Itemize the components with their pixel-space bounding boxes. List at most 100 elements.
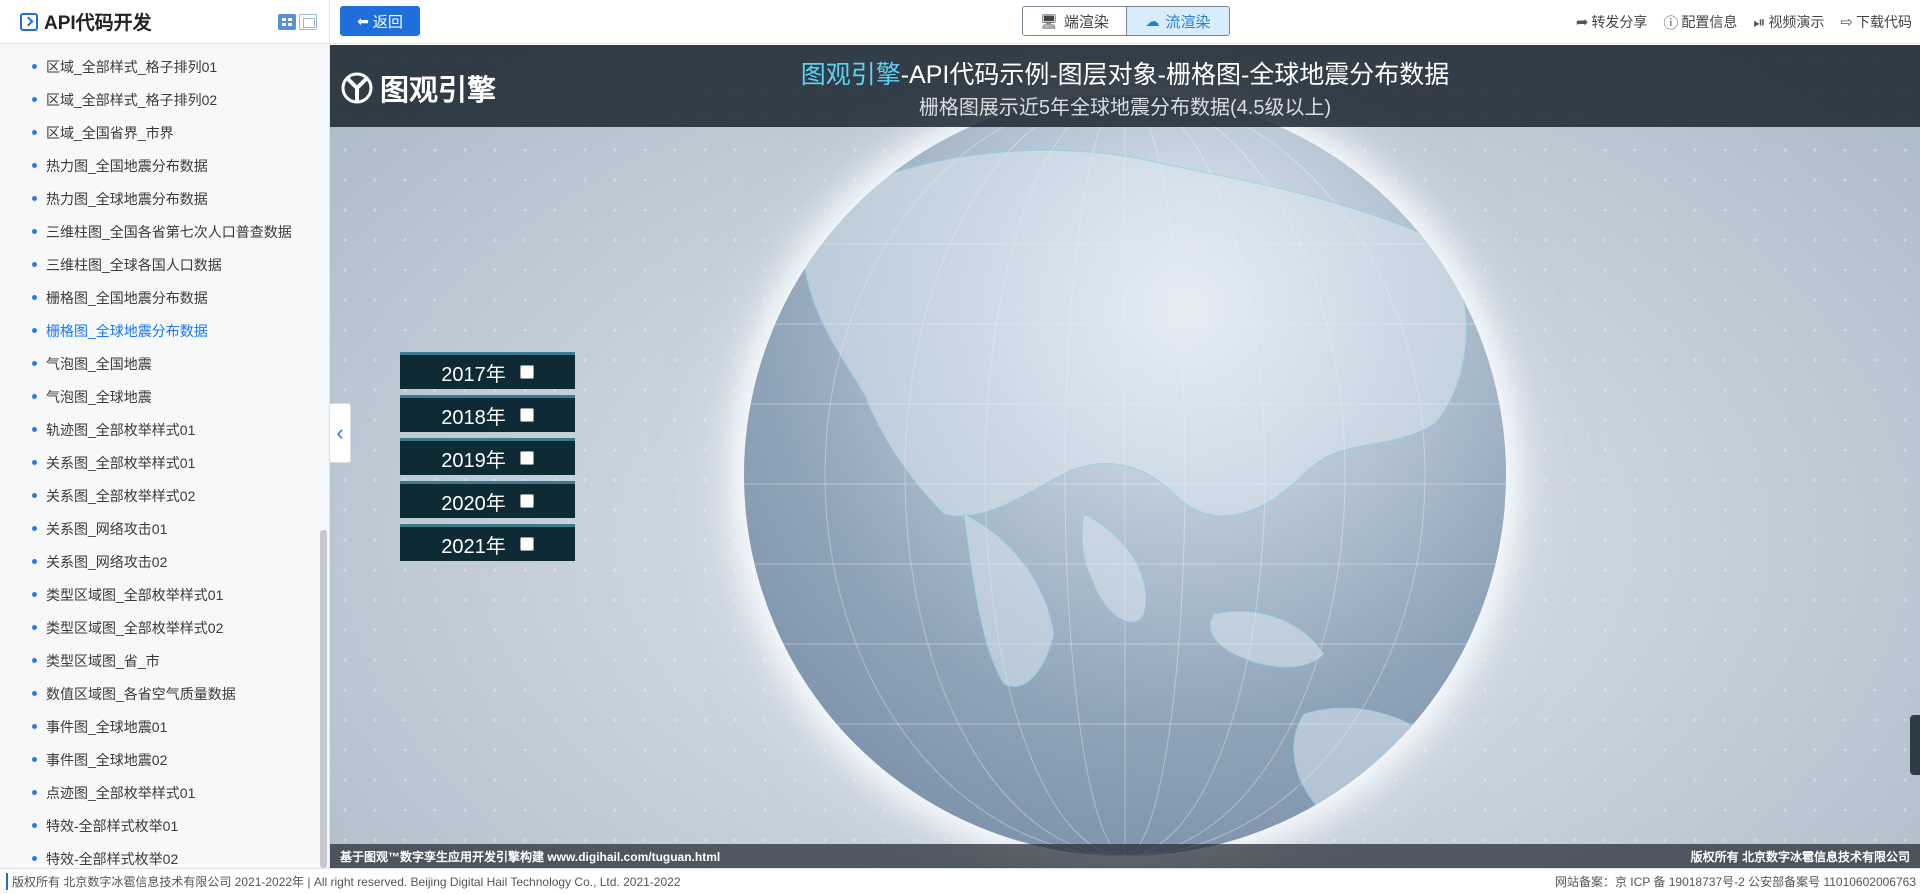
bullet-icon — [32, 460, 37, 465]
sidebar-title: API代码开发 — [44, 13, 152, 34]
menu-item-label: 气泡图_全国地震 — [46, 355, 152, 372]
share-label: 转发分享 — [1591, 14, 1648, 30]
sidebar-menu-item[interactable]: 数值区域图_各省空气质量数据 — [0, 677, 329, 710]
page-title: 图观引擎-API代码示例-图层对象-栅格图-全球地震分布数据 — [330, 55, 1920, 91]
sidebar-menu-item[interactable]: 类型区域图_全部枚举样式01 — [0, 578, 329, 611]
sidebar-menu-item[interactable]: 特效-全部样式枚举01 — [0, 809, 329, 842]
toolbar: ⬅ 返回 🖥 端渲染 ☁ 流渲染 ➦ 转发分享 ⓘ 配置信息 ⏯ 视频演示 ⇨ … — [330, 0, 1920, 44]
menu-item-label: 特效-全部样式枚举02 — [46, 850, 179, 867]
sidebar-menu-item[interactable]: 关系图_全部枚举样式01 — [0, 446, 329, 479]
page-subtitle: 栅格图展示近5年全球地震分布数据(4.5级以上) — [918, 97, 1332, 119]
year-filter-item[interactable]: 2020年 — [400, 481, 575, 518]
bullet-icon — [32, 328, 37, 333]
sidebar-menu-item[interactable]: 区域_全国省界_市界 — [0, 116, 329, 149]
year-label: 2018年 — [441, 406, 506, 429]
stream-render-button[interactable]: ☁ 流渲染 — [1126, 7, 1229, 35]
bullet-icon — [32, 64, 37, 69]
menu-item-label: 点迹图_全部枚举样式01 — [46, 784, 196, 801]
video-button[interactable]: ⏯ 视频演示 — [1753, 12, 1824, 32]
sidebar-menu-item[interactable]: 栅格图_全球地震分布数据 — [0, 314, 329, 347]
bullet-icon — [32, 130, 37, 135]
bullet-icon — [32, 592, 37, 597]
client-render-button[interactable]: 🖥 端渲染 — [1023, 7, 1126, 35]
render-toggle: 🖥 端渲染 ☁ 流渲染 — [1022, 6, 1230, 36]
menu-item-label: 轨迹图_全部枚举样式01 — [46, 421, 196, 438]
share-arrow-icon: ➦ — [1575, 14, 1589, 31]
sidebar-menu-item[interactable]: 区域_全部样式_格子排列01 — [0, 50, 329, 83]
copyright-text: 版权所有 北京数字冰雹信息技术有限公司 2021-2022年 | All rig… — [6, 873, 681, 890]
menu-item-label: 数值区域图_各省空气质量数据 — [46, 685, 236, 702]
menu-item-label: 气泡图_全球地震 — [46, 388, 152, 405]
year-checkbox[interactable] — [519, 537, 534, 551]
year-filter-item[interactable]: 2017年 — [400, 352, 575, 389]
client-render-label: 端渲染 — [1063, 13, 1109, 31]
menu-item-label: 关系图_网络攻击02 — [46, 553, 168, 570]
viewport-footer-right: 版权所有 北京数字冰雹信息技术有限公司 — [1690, 849, 1910, 864]
toolbar-actions: ➦ 转发分享 ⓘ 配置信息 ⏯ 视频演示 ⇨ 下载代码 — [1576, 0, 1912, 44]
collapse-sidebar-button[interactable]: ‹ — [329, 403, 351, 463]
sidebar-menu-item[interactable]: 关系图_网络攻击01 — [0, 512, 329, 545]
globe[interactable] — [744, 94, 1506, 856]
year-checkbox[interactable] — [519, 365, 534, 379]
bullet-icon — [32, 361, 37, 366]
sidebar-menu-item[interactable]: 气泡图_全国地震 — [0, 347, 329, 380]
config-button[interactable]: ⓘ 配置信息 — [1663, 12, 1737, 33]
sidebar-menu-item[interactable]: 三维柱图_全国各省第七次人口普查数据 — [0, 215, 329, 248]
menu-item-label: 特效-全部样式枚举01 — [46, 817, 179, 834]
scene-viewport[interactable]: 图观引擎 图观引擎-API代码示例-图层对象-栅格图-全球地震分布数据 栅格图展… — [330, 45, 1920, 868]
sidebar-menu-item[interactable]: 点迹图_全部枚举样式01 — [0, 776, 329, 809]
sidebar-menu-item[interactable]: 轨迹图_全部枚举样式01 — [0, 413, 329, 446]
bullet-icon — [32, 163, 37, 168]
menu-item-label: 热力图_全球地震分布数据 — [46, 190, 208, 207]
icp-text: 网站备案：京 ICP 备 19018737号-2 公安部备案号 11010602… — [1554, 875, 1916, 889]
menu-item-label: 栅格图_全球地震分布数据 — [46, 322, 208, 339]
menu-list: 区域_全部样式_格子排列01 区域_全部样式_格子排列02 区域_全国省界_市界热力… — [0, 44, 329, 875]
menu-item-label: 事件图_全球地震02 — [46, 751, 168, 768]
info-icon: ⓘ — [1663, 14, 1679, 32]
menu-item-label: 类型区域图_全部枚举样式02 — [46, 619, 224, 636]
bullet-icon — [32, 691, 37, 696]
year-label: 2017年 — [441, 363, 506, 386]
year-filter-item[interactable]: 2019年 — [400, 438, 575, 475]
download-button[interactable]: ⇨ 下载代码 — [1840, 12, 1912, 32]
sidebar-menu-item[interactable]: 区域_全部样式_格子排列02 — [0, 83, 329, 116]
bullet-icon — [32, 856, 37, 861]
menu-item-label: 区域_全部样式_格子排列01 — [46, 58, 218, 75]
sidebar-menu-item[interactable]: 关系图_网络攻击02 — [0, 545, 329, 578]
menu-item-label: 关系图_全部枚举样式02 — [46, 487, 196, 504]
bullet-icon — [32, 790, 37, 795]
sidebar-menu-item[interactable]: 三维柱图_全球各国人口数据 — [0, 248, 329, 281]
year-checkbox[interactable] — [519, 494, 534, 508]
title-brand: 图观引擎 — [800, 61, 901, 89]
image-view-icon[interactable] — [299, 13, 317, 30]
grid-view-icon[interactable] — [278, 13, 296, 30]
back-button[interactable]: ⬅ 返回 — [340, 6, 420, 36]
download-label: 下载代码 — [1856, 14, 1912, 30]
sidebar-scrollbar[interactable] — [320, 530, 327, 868]
year-checkbox[interactable] — [519, 451, 534, 465]
share-button[interactable]: ➦ 转发分享 — [1576, 12, 1648, 32]
bullet-icon — [32, 823, 37, 828]
page-footer: 版权所有 北京数字冰雹信息技术有限公司 2021-2022年 | All rig… — [0, 868, 1920, 894]
year-filter-item[interactable]: 2021年 — [400, 524, 575, 561]
menu-item-label: 热力图_全国地震分布数据 — [46, 157, 208, 174]
right-panel-handle[interactable] — [1910, 715, 1920, 775]
sidebar-menu-item[interactable]: 关系图_全部枚举样式02 — [0, 479, 329, 512]
year-filter-item[interactable]: 2018年 — [400, 395, 575, 432]
view-toggle — [278, 13, 317, 30]
sidebar-menu-item[interactable]: 热力图_全国地震分布数据 — [0, 149, 329, 182]
year-filter-panel: 2017年 2018年 2019年 2020年 2021年 — [400, 352, 575, 567]
sidebar-menu-item[interactable]: 气泡图_全球地震 — [0, 380, 329, 413]
year-checkbox[interactable] — [519, 408, 534, 422]
sidebar-menu-item[interactable]: 事件图_全球地震01 — [0, 710, 329, 743]
viewport-footer: 基于图观™数字孪生应用开发引擎构建 www.digihail.com/tugua… — [330, 844, 1920, 868]
sidebar-menu-item[interactable]: 热力图_全球地震分布数据 — [0, 182, 329, 215]
year-label: 2019年 — [441, 449, 506, 472]
bullet-icon — [32, 262, 37, 267]
sidebar-menu-item[interactable]: 栅格图_全国地震分布数据 — [0, 281, 329, 314]
sidebar-menu-item[interactable]: 类型区域图_全部枚举样式02 — [0, 611, 329, 644]
sidebar-menu-item[interactable]: 事件图_全球地震02 — [0, 743, 329, 776]
sidebar-menu-item[interactable]: 类型区域图_省_市 — [0, 644, 329, 677]
cloud-download-icon: ☁ — [1145, 12, 1160, 29]
bullet-icon — [32, 658, 37, 663]
